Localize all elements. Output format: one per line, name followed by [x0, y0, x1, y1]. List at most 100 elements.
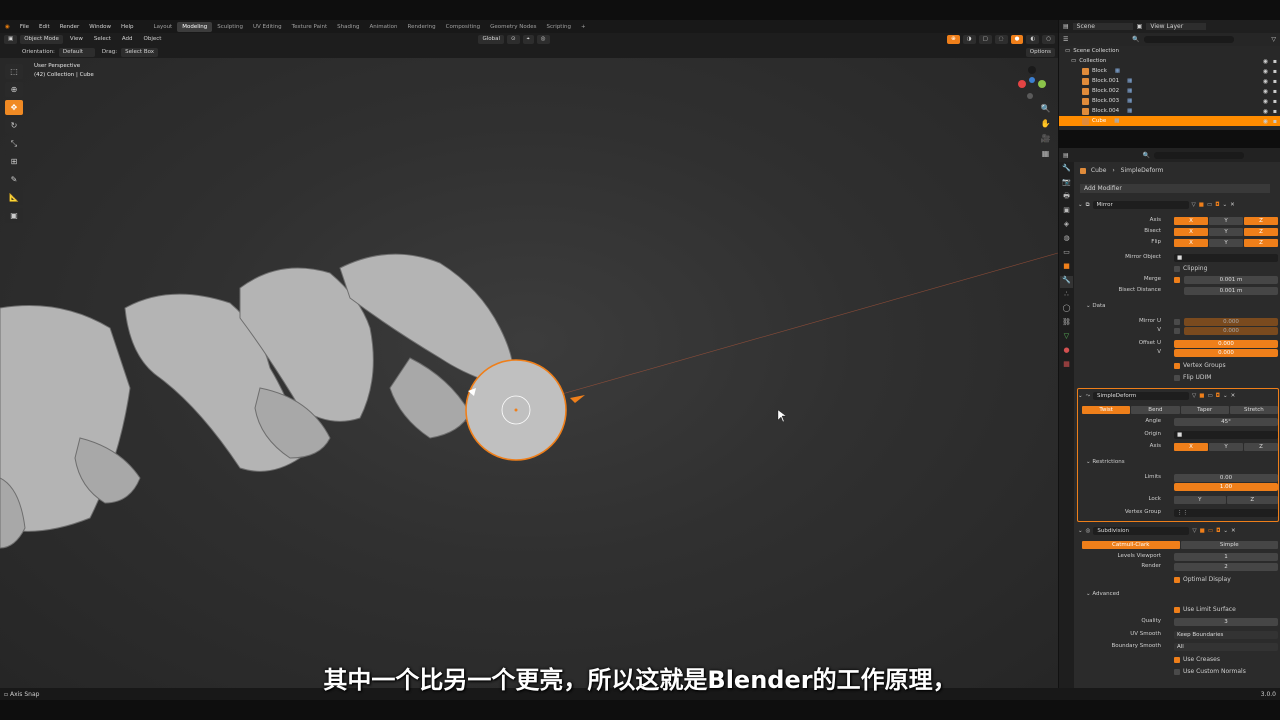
editmode-toggle-icon[interactable]: ▽ [1192, 393, 1196, 399]
lock-toggles[interactable]: YZ [1174, 496, 1278, 504]
subdivision-type-tabs[interactable]: Catmull-Clark Simple [1082, 541, 1278, 549]
camera-view-icon[interactable]: 🎥 [1039, 134, 1052, 146]
flip-udim-row[interactable]: Flip UDIM [1174, 374, 1280, 383]
orientation-select[interactable]: Default [58, 47, 95, 57]
render-camera-icon[interactable]: ▪ [1273, 108, 1277, 115]
mode-taper[interactable]: Taper [1180, 406, 1229, 414]
shading-wireframe-icon[interactable]: ◌ [994, 35, 1008, 44]
simpledeform-name-input[interactable]: SimpleDeform [1093, 392, 1190, 400]
optimal-display-row[interactable]: Optimal Display [1174, 576, 1280, 585]
mirror-u-checkbox[interactable] [1174, 319, 1180, 325]
outliner-search-input[interactable] [1143, 36, 1234, 43]
collection-tab-icon[interactable]: ▭ [1060, 248, 1073, 260]
data-tab-icon[interactable]: ▽ [1060, 332, 1073, 344]
3d-viewport[interactable]: User Perspective (42) Collection | Cube [0, 58, 1058, 688]
mirror-flip-toggles[interactable]: XYZ [1174, 239, 1278, 247]
subdivision-name-input[interactable]: Subdivision [1093, 527, 1190, 535]
outliner-item[interactable]: Block.001 ▦ ◉ ▪ [1059, 76, 1280, 86]
type-catmull-clark[interactable]: Catmull-Clark [1082, 541, 1180, 549]
limit-low-field[interactable]: 0.00 [1174, 474, 1278, 482]
editor-type-icon[interactable]: ▤ [1063, 152, 1069, 159]
tab-uv-editing[interactable]: UV Editing [248, 22, 287, 32]
editor-type-icon[interactable]: ▣ [4, 35, 18, 44]
data-section[interactable]: ⌄ Data [1086, 303, 1106, 309]
view-layer-icon[interactable]: ▣ [1137, 23, 1143, 30]
visibility-eye-icon[interactable]: ◉ [1263, 118, 1268, 125]
subdivision-modifier-header[interactable]: ⌄ ◎ Subdivision ▽ ■ ▭ ◘ ⌄ ✕ [1078, 526, 1278, 536]
mode-select[interactable]: Object Mode [20, 35, 63, 44]
outliner-item[interactable]: Block.002 ▦ ◉ ▪ [1059, 86, 1280, 96]
restrictions-section[interactable]: ⌄ Restrictions [1086, 459, 1125, 465]
quality-field[interactable]: 3 [1174, 618, 1278, 626]
menu-render[interactable]: Render [55, 24, 85, 30]
render-toggle-icon[interactable]: ◘ [1216, 393, 1220, 399]
visibility-eye-icon[interactable]: ◉ [1263, 88, 1268, 95]
visibility-eye-icon[interactable]: ◉ [1263, 108, 1268, 115]
add-cube-tool-icon[interactable]: ▣ [5, 208, 23, 223]
render-camera-icon[interactable]: ▪ [1273, 118, 1277, 125]
mirror-modifier-header[interactable]: ⌄ ⧉ Mirror ▽ ■ ▭ ◘ ⌄ ✕ [1078, 200, 1278, 210]
transform-tool-icon[interactable]: ⊞ [5, 154, 23, 169]
scene-collection-row[interactable]: ▭ Scene Collection [1059, 46, 1280, 56]
add-workspace-icon[interactable]: + [576, 22, 591, 32]
pivot-icon[interactable]: ⊙ [507, 35, 520, 44]
menu-window[interactable]: Window [84, 24, 116, 30]
menu-help[interactable]: Help [116, 24, 139, 30]
shading-material-icon[interactable]: ◐ [1026, 35, 1040, 44]
move-tool-icon[interactable]: ✥ [5, 100, 23, 115]
object-tab-icon[interactable]: ■ [1060, 262, 1073, 274]
render-camera-icon[interactable]: ▪ [1273, 58, 1277, 65]
flip-udim-checkbox[interactable] [1174, 374, 1180, 381]
outliner-item[interactable]: Block.003 ▦ ◉ ▪ [1059, 96, 1280, 106]
navigation-gizmo[interactable] [1012, 62, 1052, 102]
physics-tab-icon[interactable]: ◯ [1060, 304, 1073, 316]
mode-stretch[interactable]: Stretch [1229, 406, 1278, 414]
transform-orientation-select[interactable]: Global [478, 35, 505, 44]
material-tab-icon[interactable]: ● [1060, 346, 1073, 358]
tool-tab-icon[interactable]: 🔧 [1060, 164, 1073, 176]
perspective-grid-icon[interactable]: ▦ [1039, 149, 1052, 161]
mirror-object-field[interactable]: ■ [1174, 254, 1278, 262]
gizmo-toggle-icon[interactable]: ⊕ [947, 35, 960, 44]
visibility-eye-icon[interactable]: ◉ [1263, 58, 1268, 65]
snap-icon[interactable]: ⌖ [522, 35, 534, 44]
shading-solid-icon[interactable]: ● [1010, 35, 1024, 44]
tab-geometry-nodes[interactable]: Geometry Nodes [485, 22, 541, 32]
world-tab-icon[interactable]: ◍ [1060, 234, 1073, 246]
view-menu[interactable]: View [66, 35, 87, 44]
tab-layout[interactable]: Layout [149, 22, 178, 32]
visibility-eye-icon[interactable]: ◉ [1263, 98, 1268, 105]
tab-texture-paint[interactable]: Texture Paint [287, 22, 333, 32]
tab-rendering[interactable]: Rendering [403, 22, 441, 32]
cursor-tool-icon[interactable]: ⊕ [5, 82, 23, 97]
render-tab-icon[interactable]: 📷 [1060, 178, 1073, 190]
measure-tool-icon[interactable]: 📐 [5, 190, 23, 205]
render-levels-field[interactable]: 2 [1174, 563, 1278, 571]
mirror-axis-toggles[interactable]: XYZ [1174, 217, 1278, 225]
mode-bend[interactable]: Bend [1131, 406, 1180, 414]
merge-checkbox[interactable] [1174, 277, 1180, 283]
simpledeform-modifier-header[interactable]: ⌄ ⤳ SimpleDeform ▽ ■ ▭ ◘ ⌄ ✕ [1078, 391, 1278, 401]
annotate-tool-icon[interactable]: ✎ [5, 172, 23, 187]
tab-modeling[interactable]: Modeling [177, 21, 213, 32]
add-menu[interactable]: Add [118, 35, 137, 44]
particles-tab-icon[interactable]: ∴ [1060, 290, 1073, 302]
mirror-bisect-toggles[interactable]: XYZ [1174, 228, 1278, 236]
cage-toggle-icon[interactable]: ■ [1200, 528, 1205, 534]
add-modifier-button[interactable]: Add Modifier [1080, 184, 1270, 193]
deform-mode-tabs[interactable]: Twist Bend Taper Stretch [1082, 406, 1278, 414]
scene-select[interactable]: Scene [1072, 23, 1133, 30]
viewport-toggle-icon[interactable]: ▭ [1207, 393, 1212, 399]
offset-v-field[interactable]: 0.000 [1174, 349, 1278, 357]
constraints-tab-icon[interactable]: ⛓ [1060, 318, 1073, 330]
type-simple[interactable]: Simple [1180, 541, 1278, 549]
collapse-chevron-icon[interactable]: ⌄ [1078, 202, 1083, 208]
close-icon[interactable]: ✕ [1231, 528, 1236, 534]
xray-icon[interactable]: ▢ [978, 35, 992, 44]
zoom-icon[interactable]: 🔍 [1039, 104, 1052, 116]
menu-file[interactable]: File [15, 24, 34, 30]
properties-search-input[interactable] [1154, 151, 1245, 159]
limit-high-field[interactable]: 1.00 [1174, 483, 1278, 491]
filter-icon[interactable]: ▽ [1271, 36, 1276, 43]
tab-animation[interactable]: Animation [364, 22, 402, 32]
